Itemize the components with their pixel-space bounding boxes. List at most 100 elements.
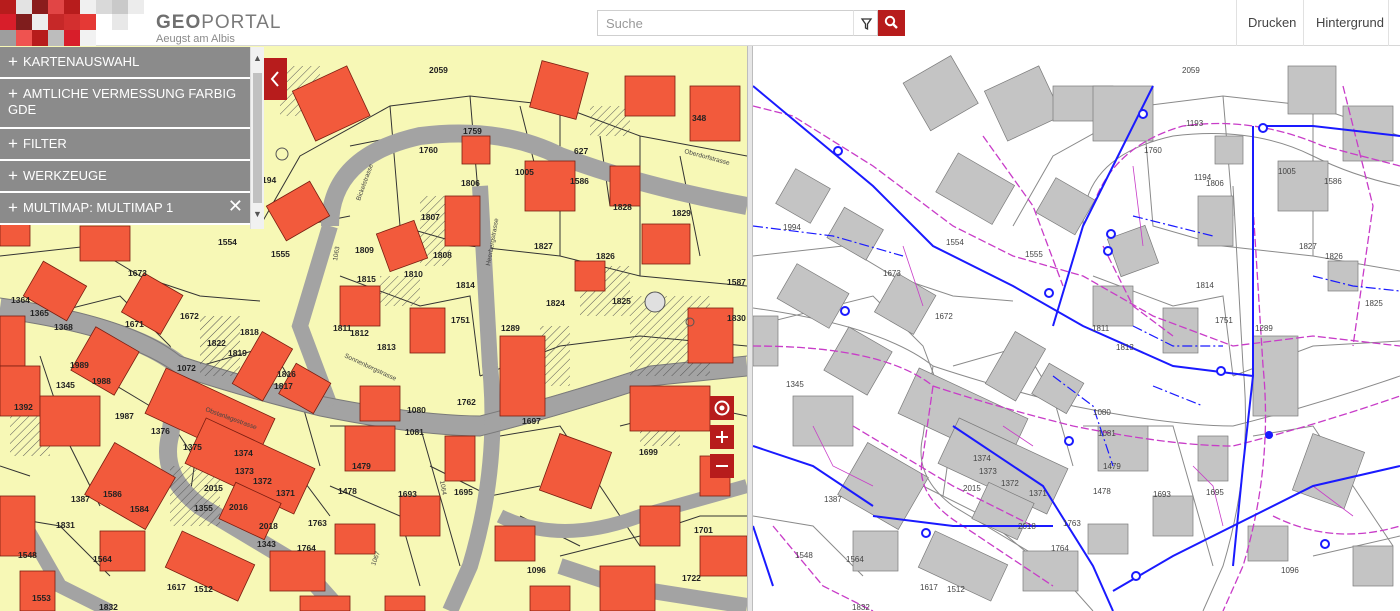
search-input[interactable]: Suche [597,10,853,36]
svg-text:1371: 1371 [276,488,295,498]
svg-text:1988: 1988 [92,376,111,386]
svg-text:1814: 1814 [1196,281,1214,290]
menu-item-multimap[interactable]: + MULTIMAP: MULTIMAP 1 ✕ [0,193,250,225]
svg-text:1764: 1764 [1051,544,1069,553]
logo-subtitle: Aeugst am Albis [156,33,235,45]
svg-text:1828: 1828 [613,202,632,212]
svg-text:1673: 1673 [883,269,901,278]
menu-item-kartenauswahl[interactable]: + KARTENAUSWAHL [0,47,250,79]
svg-text:1722: 1722 [682,573,701,583]
svg-text:1987: 1987 [115,411,134,421]
locate-button[interactable] [710,396,734,420]
svg-text:1695: 1695 [1206,488,1224,497]
background-button[interactable]: Hintergrund [1316,15,1384,30]
svg-text:1826: 1826 [1325,252,1343,261]
svg-text:1343: 1343 [257,539,276,549]
svg-text:1063: 1063 [332,246,341,262]
menu-item-werkzeuge[interactable]: + WERKZEUGE [0,161,250,193]
circle-feature [644,291,666,313]
chevron-left-icon [270,71,279,87]
svg-text:1005: 1005 [1278,167,1296,176]
print-button[interactable]: Drucken [1248,15,1296,30]
svg-text:1825: 1825 [1365,299,1383,308]
svg-text:1815: 1815 [357,274,376,284]
svg-text:1809: 1809 [355,245,374,255]
svg-text:1806: 1806 [1206,179,1224,188]
svg-text:1371: 1371 [1029,489,1047,498]
filter-icon [860,18,873,31]
svg-text:1697: 1697 [522,416,541,426]
svg-text:1827: 1827 [534,241,553,251]
svg-text:1819: 1819 [228,348,247,358]
blue-point [1265,431,1273,439]
svg-text:1811: 1811 [333,323,352,333]
svg-text:1617: 1617 [920,583,938,592]
utility-map: 2059 1193 1194 1760 1806 1005 1586 1827 … [753,55,1400,611]
menu-item-amtliche-vermessung[interactable]: + AMTLICHE VERMESSUNG FARBIG GDE [0,79,250,129]
svg-text:1826: 1826 [596,251,615,261]
svg-text:2018: 2018 [1018,522,1036,531]
svg-text:1553: 1553 [32,593,51,603]
svg-text:1671: 1671 [125,319,144,329]
svg-text:1478: 1478 [1093,487,1111,496]
menu-item-filter[interactable]: + FILTER [0,129,250,161]
search-button[interactable] [878,10,905,36]
svg-text:1807: 1807 [421,212,440,222]
svg-text:1586: 1586 [1324,177,1342,186]
svg-text:1759: 1759 [463,126,482,136]
svg-text:1555: 1555 [271,249,290,259]
menu-item-label: AMTLICHE VERMESSUNG FARBIG GDE [8,86,237,117]
scrollbar-thumb[interactable] [253,73,262,203]
svg-text:1193: 1193 [1186,119,1204,128]
header-divider [1303,0,1304,46]
svg-text:1672: 1672 [935,312,953,321]
close-icon[interactable]: ✕ [228,197,243,215]
collapse-menu-button[interactable] [264,58,287,100]
svg-text:1548: 1548 [18,550,37,560]
svg-text:1375: 1375 [183,442,202,452]
svg-text:1831: 1831 [56,520,75,530]
minus-icon [716,465,728,467]
filter-button[interactable] [853,10,878,36]
svg-text:1479: 1479 [352,461,371,471]
search-icon [884,15,898,29]
svg-text:Oberdorfstrasse: Oberdorfstrasse [683,148,730,167]
menu-item-label: MULTIMAP: MULTIMAP 1 [23,200,174,215]
svg-text:1586: 1586 [103,489,122,499]
logo-text[interactable]: GEOPORTAL Aeugst am Albis [156,13,282,45]
scroll-down-icon[interactable]: ▼ [253,209,262,219]
svg-text:2059: 2059 [429,65,448,75]
map-right[interactable]: 2059 1193 1194 1760 1806 1005 1586 1827 … [753,46,1400,611]
top-bar: GEOPORTAL Aeugst am Albis Suche Drucken … [0,0,1400,46]
svg-text:1479: 1479 [1103,462,1121,471]
svg-text:1355: 1355 [194,503,213,513]
svg-text:1760: 1760 [1144,146,1162,155]
svg-text:1387: 1387 [71,494,90,504]
svg-text:2016: 2016 [229,502,248,512]
svg-text:1072: 1072 [177,363,196,373]
svg-text:1814: 1814 [456,280,475,290]
svg-text:1081: 1081 [405,427,424,437]
svg-text:1806: 1806 [461,178,480,188]
svg-text:1548: 1548 [795,551,813,560]
svg-text:2015: 2015 [204,483,223,493]
circle-feature [275,147,289,161]
svg-text:1701: 1701 [694,525,713,535]
menu-item-label: FILTER [23,136,67,151]
menu-scrollbar[interactable]: ▲ ▼ [250,47,264,229]
svg-text:1564: 1564 [93,554,112,564]
svg-text:1554: 1554 [218,237,237,247]
svg-text:1289: 1289 [501,323,520,333]
svg-text:1751: 1751 [1215,316,1233,325]
svg-text:1693: 1693 [398,489,417,499]
zoom-out-button[interactable] [710,454,734,478]
zoom-in-button[interactable] [710,425,734,449]
svg-text:1672: 1672 [180,311,199,321]
svg-text:1829: 1829 [672,208,691,218]
svg-text:1564: 1564 [846,555,864,564]
svg-text:1822: 1822 [207,338,226,348]
scroll-up-icon[interactable]: ▲ [253,53,262,63]
svg-text:1005: 1005 [515,167,534,177]
svg-text:348: 348 [692,113,706,123]
svg-text:1080: 1080 [407,405,426,415]
